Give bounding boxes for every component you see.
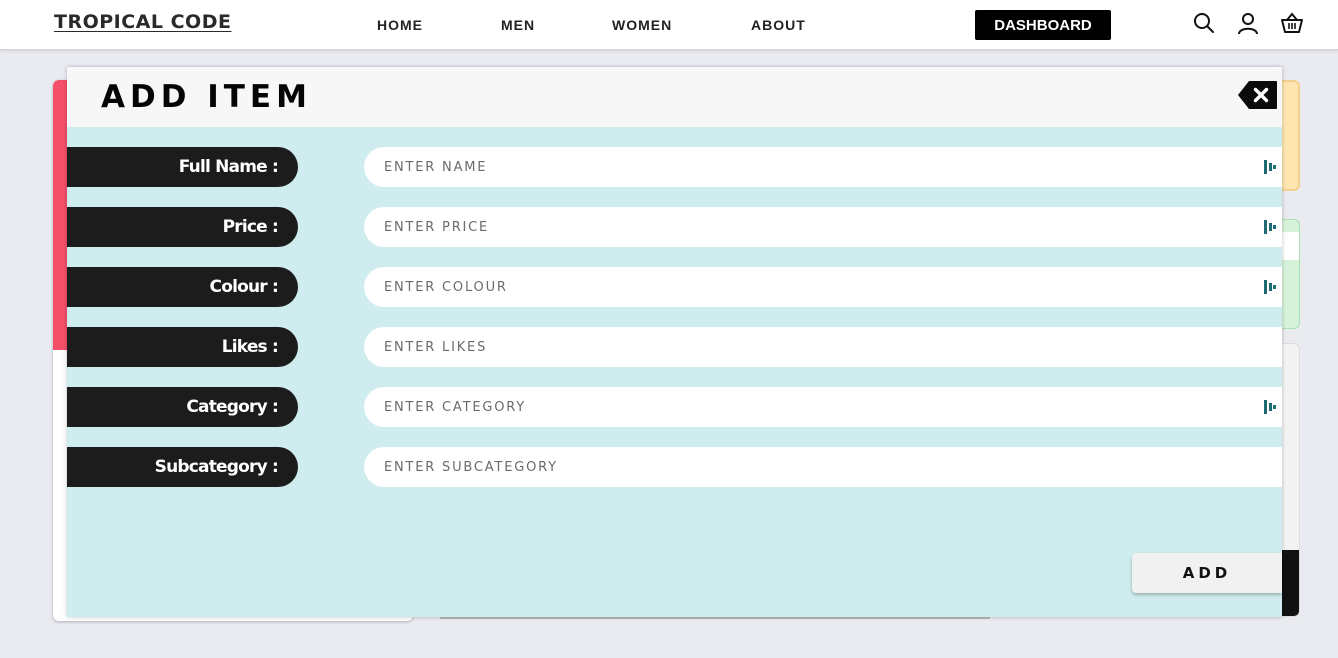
- nav-men[interactable]: MEN: [501, 17, 535, 33]
- password-manager-icon[interactable]: [1264, 280, 1276, 294]
- subcategory-label: Subcategory :: [67, 447, 298, 487]
- add-item-modal: ADD ITEM Full Name : Price : Colour : Li…: [67, 67, 1282, 617]
- dashboard-button[interactable]: DASHBOARD: [975, 10, 1111, 40]
- likes-input[interactable]: [364, 327, 1282, 367]
- top-navbar: TROPICAL CODE HOME MEN WOMEN ABOUT DASHB…: [0, 0, 1338, 50]
- modal-header: ADD ITEM: [67, 67, 1282, 127]
- full-name-label: Full Name :: [67, 147, 298, 187]
- brand-logo[interactable]: TROPICAL CODE: [54, 11, 231, 33]
- password-manager-icon[interactable]: [1264, 400, 1276, 414]
- modal-title: ADD ITEM: [101, 79, 312, 115]
- category-label: Category :: [67, 387, 298, 427]
- basket-icon[interactable]: [1280, 11, 1304, 35]
- colour-input[interactable]: [364, 267, 1282, 307]
- add-button[interactable]: ADD: [1132, 553, 1282, 593]
- subcategory-input[interactable]: [364, 447, 1282, 487]
- likes-label: Likes :: [67, 327, 298, 367]
- background-divider: [440, 617, 990, 619]
- password-manager-icon[interactable]: [1264, 220, 1276, 234]
- backspace-close-icon[interactable]: [1237, 80, 1278, 110]
- nav-about[interactable]: ABOUT: [751, 17, 806, 33]
- full-name-input[interactable]: [364, 147, 1282, 187]
- category-input[interactable]: [364, 387, 1282, 427]
- price-input[interactable]: [364, 207, 1282, 247]
- password-manager-icon[interactable]: [1264, 160, 1276, 174]
- accent-strip: [53, 80, 67, 350]
- price-label: Price :: [67, 207, 298, 247]
- search-icon[interactable]: [1192, 11, 1216, 35]
- user-icon[interactable]: [1236, 11, 1260, 35]
- nav-home[interactable]: HOME: [377, 17, 423, 33]
- colour-label: Colour :: [67, 267, 298, 307]
- nav-women[interactable]: WOMEN: [612, 17, 672, 33]
